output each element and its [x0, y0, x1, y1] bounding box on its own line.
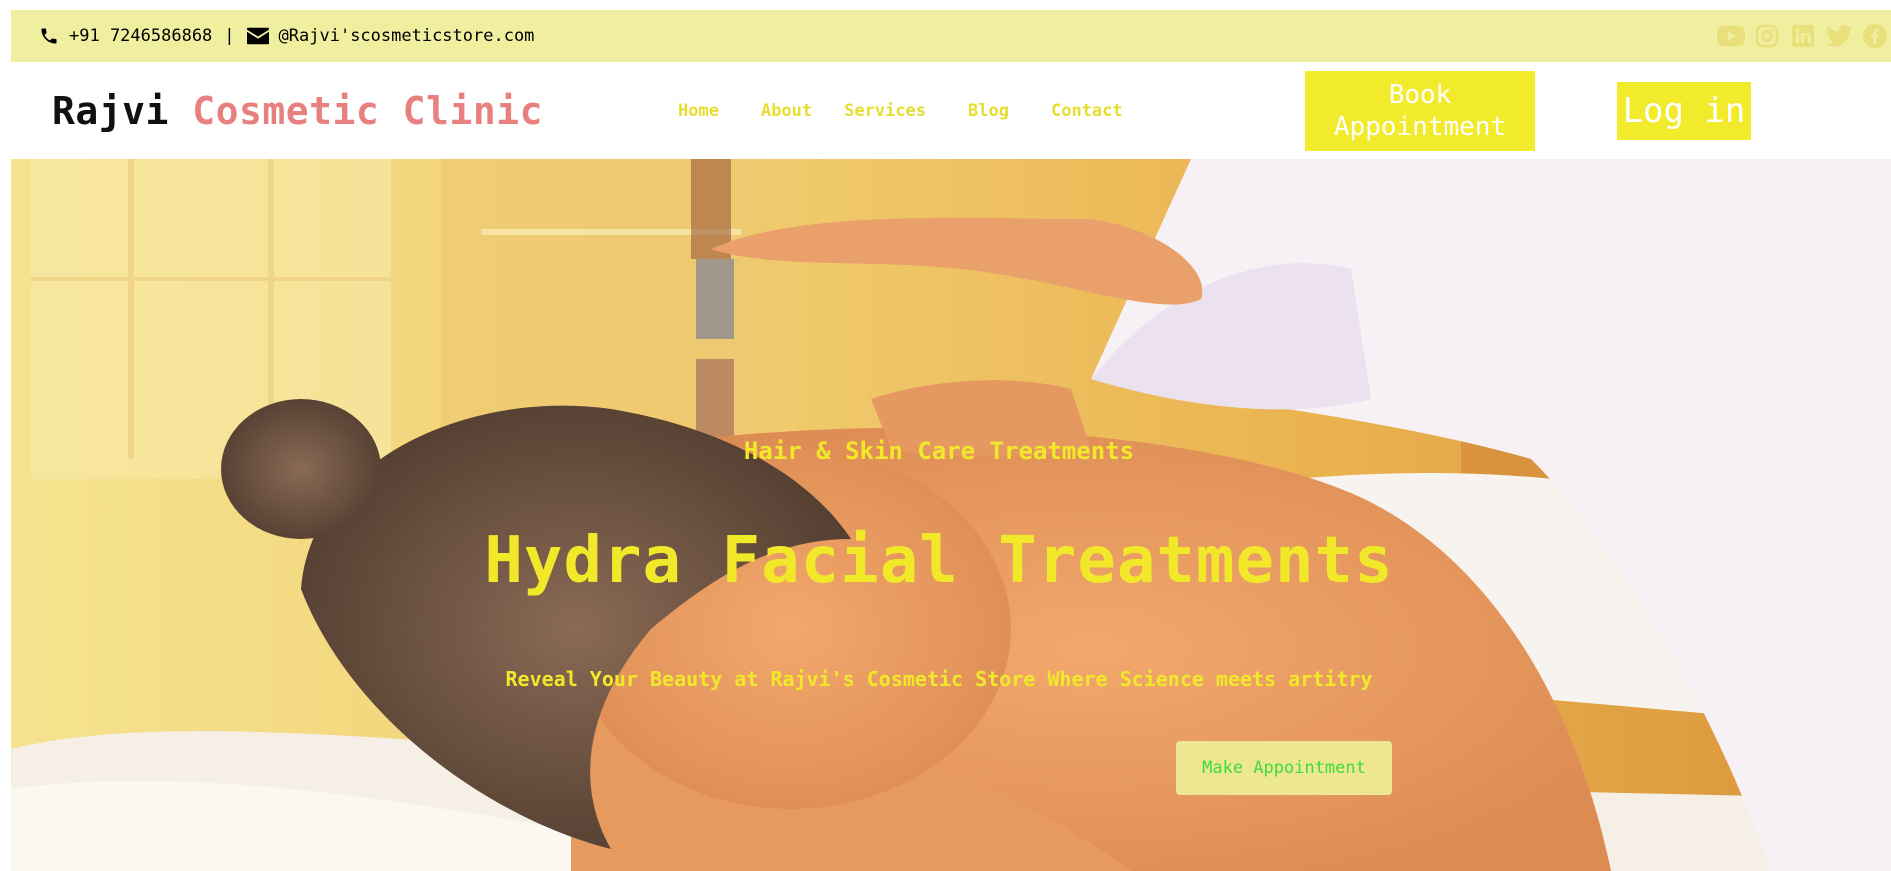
page: +91 7246586868 | @Rajvi'scosmeticstore.c… [0, 0, 1891, 871]
phone-number: +91 7246586868 [69, 26, 213, 46]
youtube-icon[interactable] [1717, 22, 1745, 50]
phone-icon [39, 26, 59, 46]
book-button-line1: Book [1388, 80, 1452, 110]
brand-name-second: Cosmetic Clinic [192, 89, 543, 133]
book-button-line2: Appointment [1333, 112, 1507, 142]
hero-subtitle: Hair & Skin Care Treatments [743, 437, 1135, 465]
hero-content: Hair & Skin Care Treatments Hydra Facial… [11, 159, 1891, 871]
nav-contact[interactable]: Contact [1051, 101, 1123, 121]
twitter-icon[interactable] [1825, 22, 1853, 50]
site-header: Rajvi Cosmetic Clinic Home About Service… [11, 62, 1891, 159]
contact-bar: +91 7246586868 | @Rajvi'scosmeticstore.c… [11, 10, 1891, 62]
book-appointment-button[interactable]: Book Appointment [1305, 71, 1535, 151]
nav-blog[interactable]: Blog [968, 101, 1009, 121]
nav-services[interactable]: Services [844, 101, 926, 121]
brand-name-first: Rajvi [52, 89, 169, 133]
email-address: @Rajvi'scosmeticstore.com [278, 26, 535, 46]
site-logo[interactable]: Rajvi Cosmetic Clinic [52, 89, 543, 133]
hero-title: Hydra Facial Treatments [484, 524, 1394, 598]
hero-tagline: Reveal Your Beauty at Rajvi's Cosmetic S… [505, 667, 1373, 691]
linkedin-icon[interactable] [1789, 22, 1817, 50]
make-appointment-button[interactable]: Make Appointment [1176, 741, 1392, 795]
facebook-icon[interactable] [1861, 22, 1889, 50]
social-links [1717, 22, 1889, 50]
nav-about[interactable]: About [761, 101, 812, 121]
envelope-icon [246, 27, 269, 45]
login-button[interactable]: Log in [1617, 82, 1751, 140]
nav-home[interactable]: Home [678, 101, 719, 121]
hero-banner: Hair & Skin Care Treatments Hydra Facial… [11, 159, 1891, 871]
main-nav: Home About Services Blog Contact [678, 101, 1123, 121]
contact-info: +91 7246586868 | @Rajvi'scosmeticstore.c… [39, 26, 534, 46]
instagram-icon[interactable] [1753, 22, 1781, 50]
contact-separator: | [224, 26, 235, 46]
